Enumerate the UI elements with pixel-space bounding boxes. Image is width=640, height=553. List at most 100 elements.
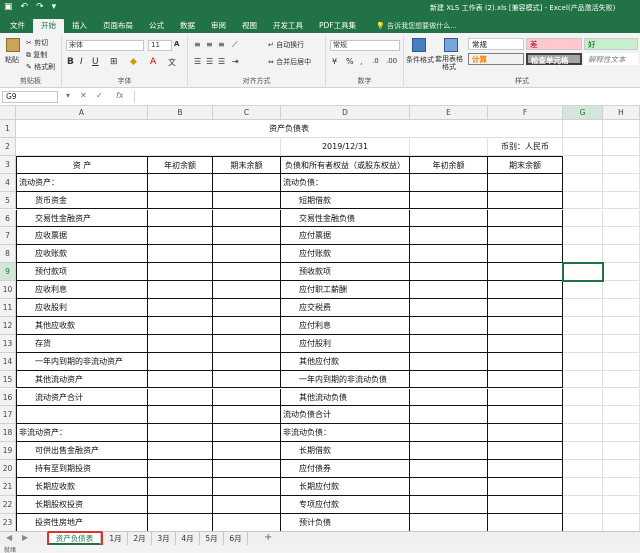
asset-item[interactable]: 一年内到期的非流动资产 bbox=[16, 352, 148, 371]
cell[interactable] bbox=[563, 424, 603, 443]
row-header[interactable]: 10 bbox=[0, 281, 16, 299]
tab-7[interactable]: 视图 bbox=[234, 19, 265, 33]
row-header[interactable]: 6 bbox=[0, 209, 16, 228]
cell[interactable] bbox=[603, 209, 640, 228]
asset-begin-value[interactable] bbox=[148, 442, 213, 461]
currency-label[interactable]: 币别：人民币 bbox=[488, 137, 563, 156]
liability-item[interactable]: 流动负债合计 bbox=[281, 406, 410, 425]
tab-6[interactable]: 审阅 bbox=[203, 19, 234, 33]
liability-item[interactable]: 预收款项 bbox=[281, 263, 410, 282]
liability-item[interactable]: 交易性金融负债 bbox=[281, 209, 410, 228]
asset-item[interactable]: 应收票据 bbox=[16, 227, 148, 246]
style-normal[interactable]: 常规 bbox=[468, 38, 524, 50]
asset-end-value[interactable] bbox=[213, 299, 281, 317]
asset-end-value[interactable] bbox=[213, 245, 281, 264]
asset-begin-value[interactable] bbox=[148, 388, 213, 407]
liability-item[interactable]: 应付利息 bbox=[281, 316, 410, 335]
tab-0[interactable]: 文件 bbox=[2, 19, 33, 33]
font-color-icon[interactable]: A bbox=[150, 57, 156, 67]
tab-2[interactable]: 插入 bbox=[64, 19, 95, 33]
liability-end-value[interactable] bbox=[488, 227, 563, 246]
column-header[interactable]: C bbox=[213, 106, 281, 120]
wrap-text-button[interactable]: ↵ 自动换行 bbox=[268, 40, 304, 50]
column-header[interactable]: H bbox=[603, 106, 640, 120]
row-header[interactable]: 13 bbox=[0, 334, 16, 353]
asset-item[interactable]: 存货 bbox=[16, 334, 148, 353]
liability-begin-value[interactable] bbox=[410, 209, 488, 228]
decrease-decimal-icon[interactable]: .00 bbox=[386, 57, 397, 65]
liability-item[interactable]: 长期借款 bbox=[281, 442, 410, 461]
liability-end-value[interactable] bbox=[488, 334, 563, 353]
paste-icon[interactable] bbox=[6, 38, 20, 52]
select-all-corner[interactable] bbox=[0, 106, 16, 120]
asset-begin-value[interactable] bbox=[148, 495, 213, 514]
tab-1[interactable]: 开始 bbox=[33, 19, 64, 33]
liability-item[interactable]: 短期借款 bbox=[281, 191, 410, 210]
asset-end-value[interactable] bbox=[213, 424, 281, 443]
align-center-icon[interactable]: ☰ bbox=[206, 57, 213, 66]
row-header[interactable]: 1 bbox=[0, 120, 16, 138]
align-bottom-icon[interactable]: ≡ bbox=[218, 40, 225, 49]
asset-item[interactable]: 流动资产合计 bbox=[16, 388, 148, 407]
liability-begin-value[interactable] bbox=[410, 424, 488, 443]
report-date[interactable]: 2019/12/31 bbox=[281, 137, 410, 156]
row-header[interactable]: 8 bbox=[0, 245, 16, 264]
cell[interactable] bbox=[603, 352, 640, 371]
asset-item[interactable]: 可供出售金融资产 bbox=[16, 442, 148, 461]
cell[interactable] bbox=[563, 120, 603, 138]
column-header[interactable]: G bbox=[563, 106, 603, 120]
liability-end-value[interactable] bbox=[488, 316, 563, 335]
cell[interactable] bbox=[603, 442, 640, 461]
liability-end-value[interactable] bbox=[488, 281, 563, 299]
selected-cell[interactable] bbox=[562, 262, 604, 283]
cell[interactable] bbox=[603, 478, 640, 496]
liability-begin-value[interactable] bbox=[410, 495, 488, 514]
row-header[interactable]: 2 bbox=[0, 137, 16, 156]
liability-end-value[interactable] bbox=[488, 299, 563, 317]
asset-begin-value[interactable] bbox=[148, 460, 213, 478]
liability-begin-value[interactable] bbox=[410, 334, 488, 353]
tab-4[interactable]: 公式 bbox=[141, 19, 172, 33]
row-header[interactable]: 23 bbox=[0, 513, 16, 532]
liability-end-value[interactable] bbox=[488, 495, 563, 514]
cell[interactable] bbox=[603, 406, 640, 425]
cancel-icon[interactable]: ✕ bbox=[80, 91, 87, 100]
save-icon[interactable]: ▣ bbox=[4, 2, 13, 12]
cell[interactable] bbox=[563, 227, 603, 246]
insert-function-icon[interactable]: fx bbox=[116, 91, 124, 100]
asset-end-value[interactable] bbox=[213, 370, 281, 389]
row-header[interactable]: 9 bbox=[0, 263, 16, 282]
asset-item[interactable]: 预付款项 bbox=[16, 263, 148, 282]
cell[interactable] bbox=[603, 191, 640, 210]
row-header[interactable]: 21 bbox=[0, 478, 16, 496]
liability-end-value[interactable] bbox=[488, 388, 563, 407]
liability-item[interactable]: 预计负债 bbox=[281, 513, 410, 532]
liability-item[interactable]: 应付票据 bbox=[281, 227, 410, 246]
asset-begin-value[interactable] bbox=[148, 299, 213, 317]
column-header[interactable]: B bbox=[148, 106, 213, 120]
font-size-select[interactable]: 11 bbox=[148, 40, 172, 51]
liability-item[interactable]: 其他流动负债 bbox=[281, 388, 410, 407]
cut-button[interactable]: ✂ 剪切 bbox=[26, 38, 48, 48]
row-header[interactable]: 18 bbox=[0, 424, 16, 443]
sheet-tab[interactable]: 1月 bbox=[104, 532, 128, 545]
liability-item[interactable]: 应付职工薪酬 bbox=[281, 281, 410, 299]
sheet-title[interactable]: 资产负债表 bbox=[16, 120, 563, 138]
tab-5[interactable]: 数据 bbox=[172, 19, 203, 33]
asset-begin-value[interactable] bbox=[148, 513, 213, 532]
cell[interactable] bbox=[563, 442, 603, 461]
style-bad[interactable]: 差 bbox=[526, 38, 582, 50]
column-header[interactable]: D bbox=[281, 106, 410, 120]
paste-button[interactable]: 粘贴 bbox=[5, 55, 19, 65]
cell[interactable] bbox=[603, 370, 640, 389]
bold-icon[interactable]: B bbox=[67, 57, 74, 67]
row-header[interactable]: 17 bbox=[0, 406, 16, 425]
liability-begin-value[interactable] bbox=[410, 299, 488, 317]
align-top-icon[interactable]: ≡ bbox=[194, 40, 201, 49]
sheet-tab[interactable]: 5月 bbox=[200, 532, 224, 545]
column-header[interactable]: A bbox=[16, 106, 148, 120]
style-check-cell[interactable]: 检查单元格 bbox=[526, 53, 582, 65]
redo-icon[interactable]: ↷ bbox=[36, 2, 44, 12]
asset-item[interactable]: 交易性金融资产 bbox=[16, 209, 148, 228]
liability-end-value[interactable] bbox=[488, 263, 563, 282]
